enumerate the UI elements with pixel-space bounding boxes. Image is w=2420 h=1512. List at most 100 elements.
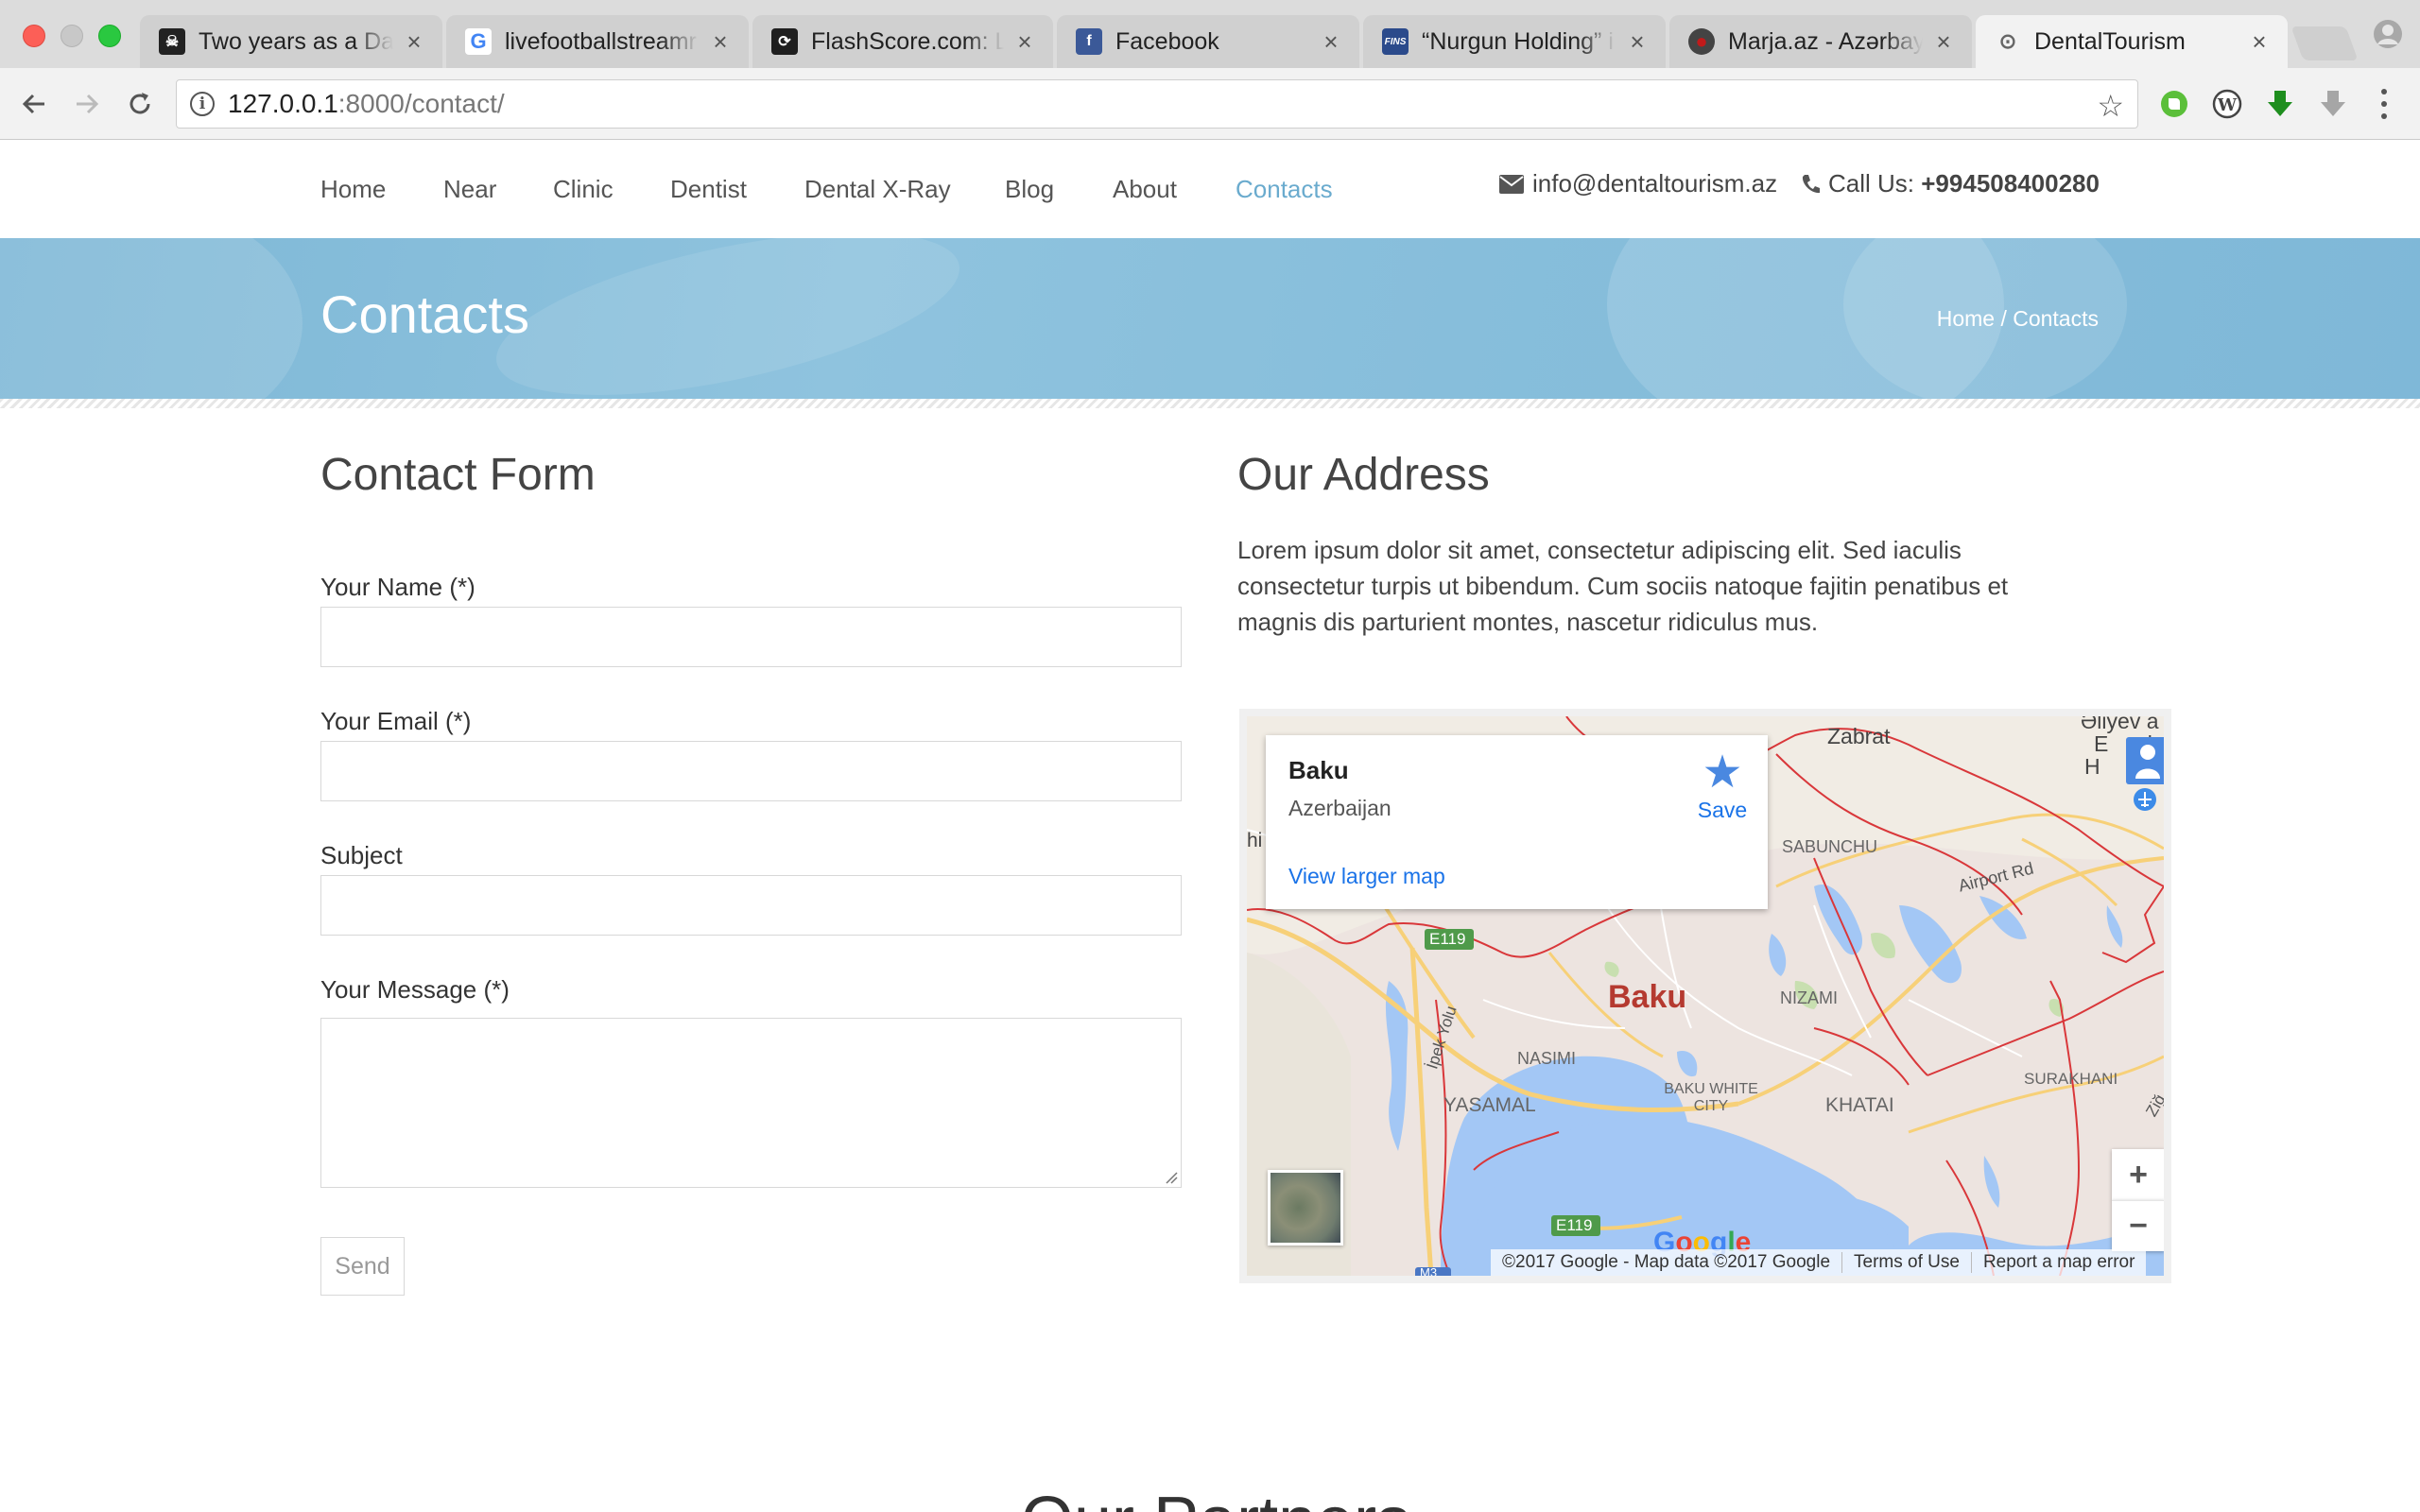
reload-icon [130, 93, 150, 114]
globe-icon: ⊙ [1998, 29, 2017, 53]
place-info-card: Baku Azerbaijan View larger map ★ Save [1266, 735, 1768, 909]
download-extension-icon[interactable] [2263, 87, 2297, 121]
new-tab-button[interactable] [2290, 26, 2359, 60]
map-label-baku: Baku [1608, 979, 1687, 1015]
breadcrumb[interactable]: Home / Contacts [1937, 306, 2099, 332]
browser-tab[interactable]: ☠ Two years as a Dat × [140, 15, 442, 68]
tab-close-icon[interactable]: × [1320, 27, 1342, 57]
map-label-hi: hi [1247, 830, 1263, 851]
close-window-button[interactable] [23, 25, 45, 47]
contact-form-heading: Contact Form [320, 450, 596, 500]
nav-about[interactable]: About [1113, 175, 1177, 204]
site-navbar: Home Near Clinic Dentist Dental X-Ray Bl… [0, 141, 2420, 238]
view-larger-map-link[interactable]: View larger map [1288, 864, 1445, 889]
email-label: Your Email (*) [320, 707, 472, 735]
street-view-pegman[interactable] [2126, 737, 2164, 784]
map-label-e119-north: E119 [1429, 930, 1466, 948]
profile-icon[interactable] [2373, 19, 2403, 49]
satellite-toggle[interactable] [1268, 1170, 1343, 1246]
map-label-e119-south: E119 [1556, 1216, 1593, 1234]
tab-title: Marja.az - Azərbay [1728, 27, 1923, 55]
nav-clinic[interactable]: Clinic [553, 175, 614, 204]
address-bar[interactable]: i 127.0.0.1:8000/contact/ ☆ [176, 79, 2138, 129]
header-email[interactable]: info@dentaltourism.az [1498, 169, 1777, 198]
terms-of-use-link[interactable]: Terms of Use [1841, 1252, 1971, 1273]
address-heading: Our Address [1237, 450, 1490, 500]
back-button[interactable] [15, 85, 53, 123]
map-label-surakhani: SURAKHANI [2024, 1070, 2118, 1088]
browser-tab[interactable]: ● Marja.az - Azərbay × [1669, 15, 1972, 68]
browser-menu-icon[interactable] [2375, 85, 2394, 123]
tab-close-icon[interactable]: × [2248, 27, 2271, 57]
fins-icon: FINS [1382, 28, 1409, 55]
hero-divider [0, 399, 2420, 408]
send-button[interactable]: Send [320, 1237, 405, 1296]
partners-heading: Our Partners [1021, 1483, 1410, 1512]
page-title: Contacts [320, 284, 529, 344]
nav-home[interactable]: Home [320, 175, 386, 204]
resize-handle-icon[interactable] [1165, 1171, 1178, 1184]
map-copyright: ©2017 Google - Map data ©2017 Google [1502, 1252, 1831, 1272]
maximize-window-button[interactable] [98, 25, 121, 47]
hero-decoration [482, 238, 974, 399]
tab-close-icon[interactable]: × [709, 27, 732, 57]
tab-title: FlashScore.com: Li [811, 27, 1004, 55]
tab-title: livefootballstreamr [505, 27, 697, 55]
site-info-icon[interactable]: i [190, 92, 215, 116]
browser-tab[interactable]: ⟳ FlashScore.com: Li × [752, 15, 1053, 68]
message-field[interactable] [320, 1018, 1182, 1188]
tab-close-icon[interactable]: × [1626, 27, 1649, 57]
zoom-in-button[interactable]: + [2112, 1149, 2164, 1200]
nav-dental-xray[interactable]: Dental X-Ray [804, 175, 951, 204]
subject-label: Subject [320, 841, 403, 869]
url-path: :8000/contact/ [337, 89, 505, 118]
nav-contacts[interactable]: Contacts [1236, 175, 1333, 204]
name-label: Your Name (*) [320, 573, 475, 601]
tab-title: DentalTourism [2034, 27, 2186, 55]
report-map-error-link[interactable]: Report a map error [1970, 1252, 2147, 1273]
pegman-icon [2135, 745, 2160, 779]
page: Home Near Clinic Dentist Dental X-Ray Bl… [0, 141, 2420, 1512]
map-label-aliyev-4: H [2084, 754, 2100, 779]
browser-tab[interactable]: FINS “Nurgun Holding” i × [1363, 15, 1666, 68]
ghost-icon: ☠ [159, 28, 185, 55]
browser-toolbar: i 127.0.0.1:8000/contact/ ☆ W [0, 68, 2420, 140]
minimize-window-button[interactable] [60, 25, 83, 47]
tab-title: Facebook [1115, 27, 1219, 55]
facebook-icon: f [1076, 28, 1102, 55]
address-text: Lorem ipsum dolor sit amet, consectetur … [1237, 536, 2009, 636]
tab-close-icon[interactable]: × [403, 27, 425, 57]
map-attribution: ©2017 Google - Map data ©2017 Google Ter… [1491, 1249, 2147, 1276]
download-manager-icon[interactable] [2316, 87, 2350, 121]
evernote-extension-icon[interactable] [2157, 87, 2191, 121]
reload-button[interactable] [121, 85, 159, 123]
forward-button[interactable] [68, 85, 106, 123]
save-label: Save [1697, 798, 1748, 822]
header-email-text: info@dentaltourism.az [1532, 169, 1778, 198]
header-phone[interactable]: Call Us: +994508400280 [1800, 169, 2100, 198]
name-field[interactable] [320, 607, 1182, 667]
map-label-m3: M3 [1420, 1265, 1438, 1280]
browser-tab[interactable]: f Facebook × [1057, 15, 1359, 68]
map-label-baku-white-city: BAKU WHITE CITY [1664, 1081, 1758, 1114]
nav-dentist[interactable]: Dentist [670, 175, 747, 204]
zoom-out-button[interactable]: − [2112, 1200, 2164, 1251]
url-host: 127.0.0.1 [228, 89, 338, 118]
email-field[interactable] [320, 741, 1182, 801]
browser-tab[interactable]: ⊙ DentalTourism × [1976, 15, 2288, 68]
wordpress-extension-icon[interactable]: W [2210, 87, 2244, 121]
nav-near[interactable]: Near [443, 175, 496, 204]
url-text[interactable]: 127.0.0.1:8000/contact/ [228, 89, 505, 119]
nav-blog[interactable]: Blog [1005, 175, 1054, 204]
flashscore-icon: ⟳ [771, 28, 798, 55]
map-label-nizami: NIZAMI [1780, 988, 1838, 1007]
tab-title: “Nurgun Holding” i [1422, 27, 1614, 55]
google-map[interactable]: Zabrat SABUNCHU Airport Rd NIZAMI Baku N… [1239, 709, 2171, 1283]
forward-arrow-icon [77, 94, 99, 114]
bookmark-star-icon[interactable]: ☆ [2097, 88, 2124, 124]
subject-field[interactable] [320, 875, 1182, 936]
tab-close-icon[interactable]: × [1932, 27, 1955, 57]
tab-close-icon[interactable]: × [1013, 27, 1036, 57]
browser-tab[interactable]: Glivefootballstreamr × [446, 15, 749, 68]
save-place-button[interactable]: ★ Save [1689, 748, 1755, 823]
